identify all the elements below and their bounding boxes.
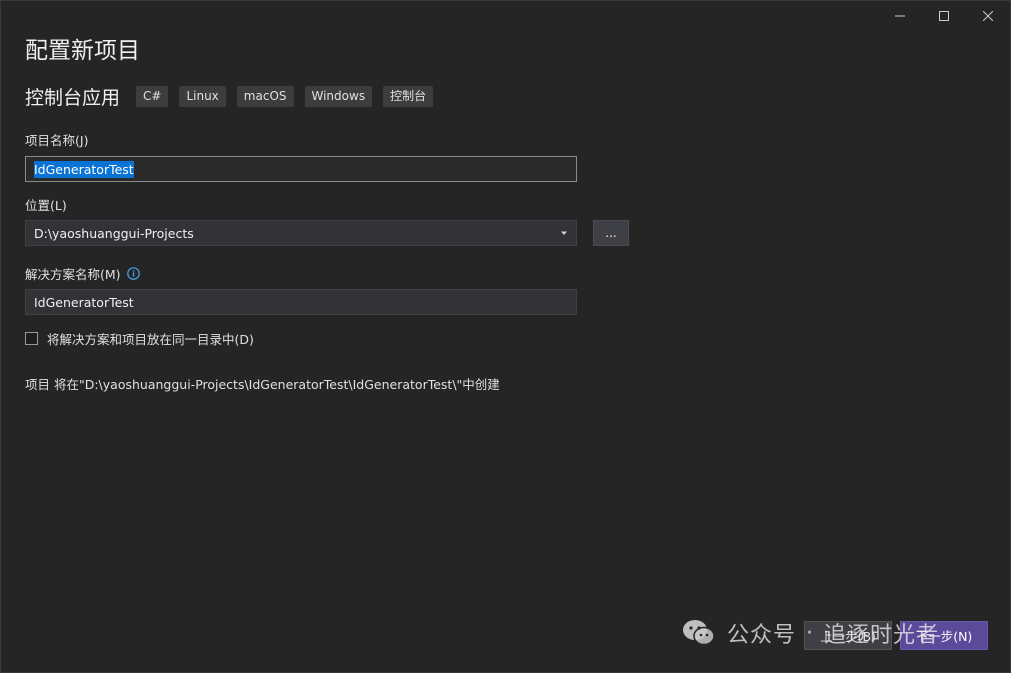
tag-language: C# [136,86,169,107]
dropdown-arrow-icon[interactable] [560,231,568,236]
configure-project-window: 配置新项目 控制台应用 C# Linux macOS Windows 控制台 项… [0,0,1011,673]
project-name-input[interactable]: IdGeneratorTest [25,156,577,182]
maximize-button[interactable] [922,1,966,31]
solution-name-input[interactable]: IdGeneratorTest [25,289,577,315]
tag-platform-windows: Windows [304,86,373,107]
close-button[interactable] [966,1,1010,31]
tag-platform-linux: Linux [179,86,226,107]
same-directory-checkbox[interactable] [25,332,38,345]
solution-name-label-row: 解决方案名称(M) [25,264,140,283]
window-controls [878,1,1010,31]
project-name-label: 项目名称(J) [25,133,89,148]
watermark-platform: 公众号 [727,623,797,648]
solution-name-label: 解决方案名称(M) [25,267,121,282]
maximize-icon [939,11,949,21]
tag-platform-macos: macOS [236,86,294,107]
footer-buttons: 上一步(B) 下一步(N) [804,621,988,650]
back-button[interactable]: 上一步(B) [804,621,892,650]
page-title: 配置新项目 [25,38,140,64]
same-directory-label: 将解决方案和项目放在同一目录中(D) [47,332,254,347]
template-row: 控制台应用 C# Linux macOS Windows 控制台 [25,83,444,110]
same-directory-option[interactable]: 将解决方案和项目放在同一目录中(D) [25,329,254,348]
minimize-icon [895,15,905,17]
template-name: 控制台应用 [25,87,121,109]
solution-name-value: IdGeneratorTest [34,294,134,310]
close-icon [983,11,993,21]
minimize-button[interactable] [878,1,922,31]
next-button[interactable]: 下一步(N) [900,621,988,650]
project-path-note: 项目 将在"D:\yaoshuanggui-Projects\IdGenerat… [25,377,500,392]
browse-button[interactable]: ... [593,220,629,246]
wechat-icon [681,618,717,648]
location-combobox[interactable]: D:\yaoshuanggui-Projects [25,220,577,246]
project-name-value: IdGeneratorTest [34,160,134,178]
location-value: D:\yaoshuanggui-Projects [34,225,194,241]
info-icon[interactable] [126,267,140,280]
location-label: 位置(L) [25,198,67,213]
tag-project-type: 控制台 [383,86,434,107]
